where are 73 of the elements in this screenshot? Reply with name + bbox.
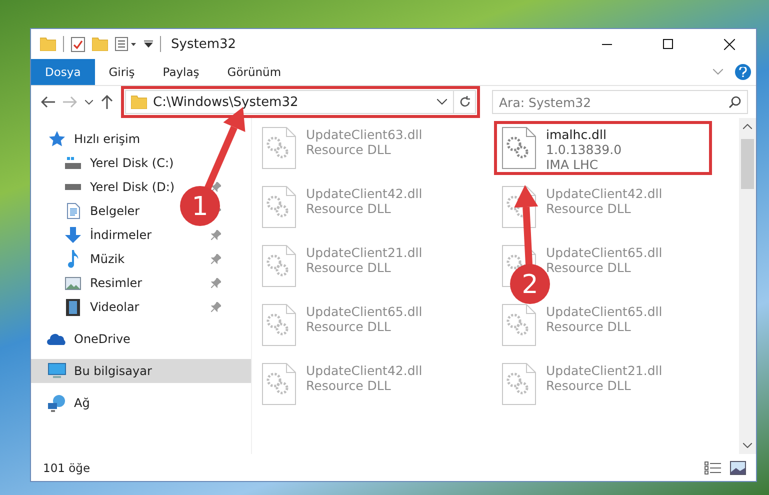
close-icon xyxy=(724,38,734,50)
sidebar-item[interactable]: Belgeler xyxy=(63,199,140,223)
file-detail: Resource DLL xyxy=(306,201,392,216)
scrollbar-thumb[interactable] xyxy=(741,139,754,189)
sidebar-item[interactable]: Müzik xyxy=(63,247,125,271)
file-detail: Resource DLL xyxy=(306,378,392,393)
large-icons-view-icon[interactable] xyxy=(730,460,746,474)
dll-file-icon xyxy=(262,245,296,287)
file-detail: Resource DLL xyxy=(306,319,392,334)
maximize-icon xyxy=(663,39,673,49)
scroll-down-icon[interactable] xyxy=(743,443,752,448)
music-note-icon xyxy=(67,250,79,268)
folder-icon xyxy=(131,95,147,109)
sidebar-item[interactable]: İndirmeler xyxy=(63,223,152,247)
question-mark-icon xyxy=(739,67,747,77)
dll-file-icon xyxy=(502,304,536,346)
properties-icon[interactable] xyxy=(115,37,137,51)
expand-chevron-icon[interactable] xyxy=(713,69,723,75)
refresh-icon xyxy=(458,96,470,108)
document-icon xyxy=(66,203,80,219)
dll-file-icon xyxy=(262,186,296,228)
search-field[interactable]: Ara: System32 xyxy=(492,90,748,114)
monitor-icon xyxy=(48,363,66,379)
ribbon-tab[interactable]: Dosya xyxy=(31,59,95,85)
sidebar-item[interactable]: Bu bilgisayar xyxy=(47,359,152,383)
dll-file-icon xyxy=(262,127,296,169)
dropdown-chevron-icon[interactable] xyxy=(437,99,447,105)
file-detail: Resource DLL xyxy=(546,201,632,216)
folder-icon xyxy=(40,37,56,51)
sidebar-item[interactable]: Videolar xyxy=(63,295,140,319)
file-name[interactable]: imalhc.dll xyxy=(546,127,622,142)
star-icon xyxy=(49,131,65,147)
ribbon-tab[interactable]: Görünüm xyxy=(213,59,296,85)
sidebar-item[interactable]: Yerel Disk (D:) xyxy=(63,175,175,199)
file-detail: Resource DLL xyxy=(546,378,632,393)
file-detail: Resource DLL xyxy=(306,260,392,275)
details-view-icon[interactable] xyxy=(704,460,722,474)
dll-file-icon xyxy=(502,127,536,169)
file-detail: Resource DLL xyxy=(306,142,392,157)
sidebar-item[interactable]: Yerel Disk (C:) xyxy=(63,151,174,175)
ribbon-tab[interactable]: Paylaş xyxy=(148,59,214,85)
file-detail: 1.0.13839.0 xyxy=(546,142,622,157)
film-strip-icon xyxy=(66,298,80,316)
scrollbar[interactable] xyxy=(739,118,756,454)
checklist-icon[interactable] xyxy=(71,36,85,52)
recent-locations-button[interactable] xyxy=(85,100,93,104)
network-globe-icon xyxy=(48,394,66,412)
search-icon xyxy=(729,96,741,108)
dll-file-icon xyxy=(502,363,536,405)
sidebar-item[interactable]: Resimler xyxy=(63,271,142,295)
dll-file-icon xyxy=(262,304,296,346)
address-field[interactable]: C:\Windows\System32 xyxy=(126,91,453,113)
cloud-icon xyxy=(47,333,67,345)
step-number-badge: 1 xyxy=(180,186,220,226)
sidebar-item[interactable]: Ağ xyxy=(47,391,90,415)
hard-drive-icon xyxy=(65,157,81,169)
picture-icon xyxy=(65,276,81,290)
up-button[interactable] xyxy=(101,95,113,109)
dll-file-icon xyxy=(262,363,296,405)
scroll-up-icon[interactable] xyxy=(743,124,752,129)
item-count: 101 öğe xyxy=(43,460,92,474)
sidebar-item[interactable]: OneDrive xyxy=(47,327,130,351)
ribbon-tab[interactable]: Giriş xyxy=(94,59,149,85)
help-button[interactable] xyxy=(735,64,751,80)
back-button[interactable] xyxy=(41,96,55,108)
file-detail: IMA LHC xyxy=(546,157,600,172)
sidebar-item[interactable]: Hızlı erişim xyxy=(47,127,140,151)
download-arrow-icon xyxy=(65,227,81,243)
file-detail: Resource DLL xyxy=(546,319,632,334)
hard-drive-icon xyxy=(65,184,81,190)
window-title: System32 xyxy=(171,36,238,52)
new-folder-icon xyxy=(92,37,108,51)
dropdown-arrow-icon[interactable] xyxy=(144,40,153,48)
